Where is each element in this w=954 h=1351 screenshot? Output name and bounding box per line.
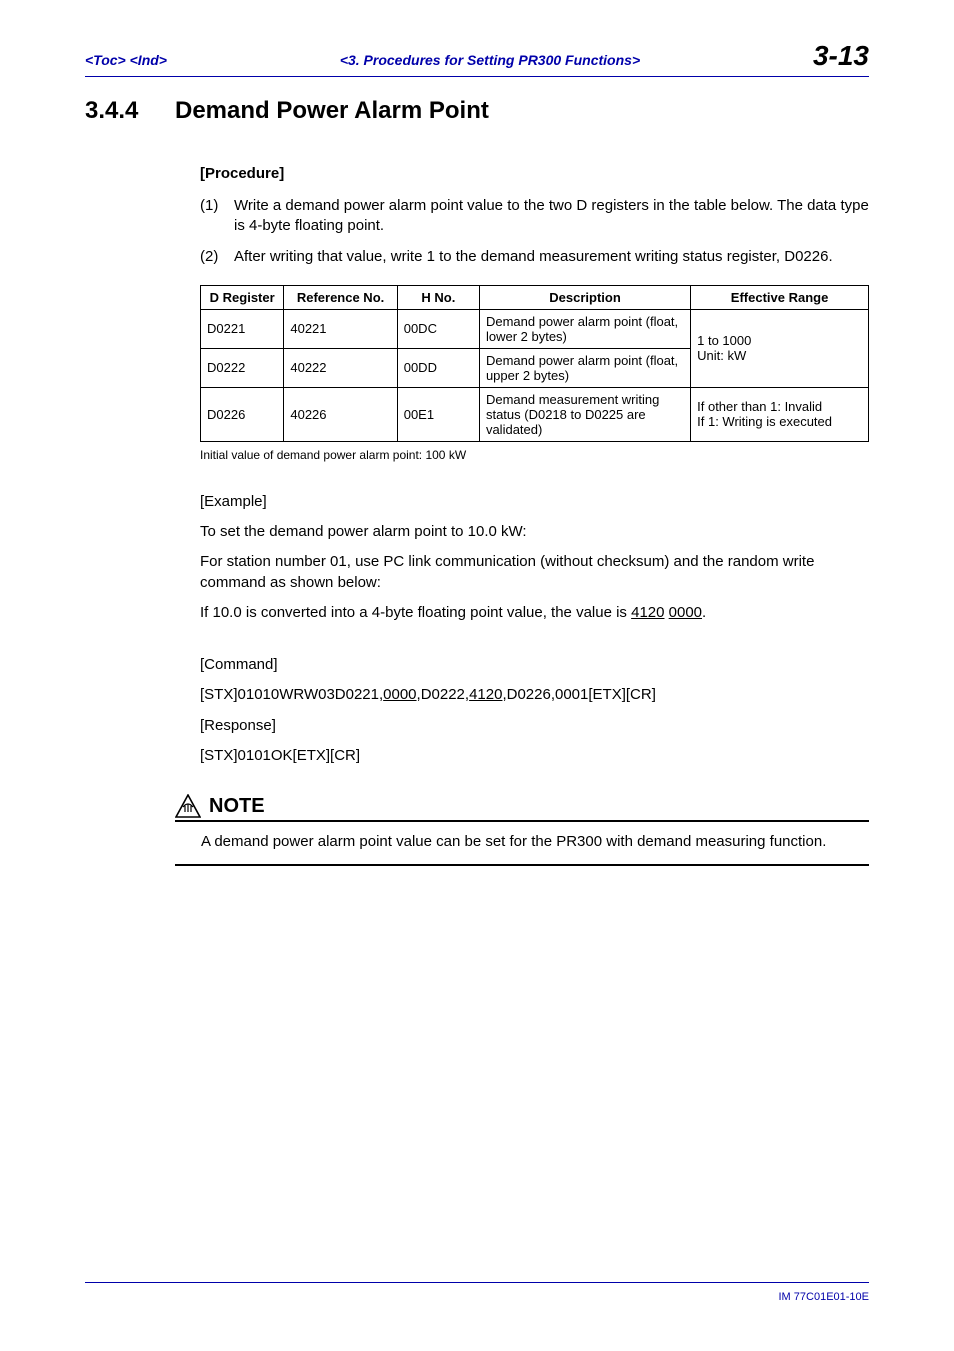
procedure-label: [Procedure] xyxy=(200,165,869,182)
procedure-item: (1) Write a demand power alarm point val… xyxy=(200,196,869,237)
text-fragment: . xyxy=(702,604,706,621)
procedure-item-text: Write a demand power alarm point value t… xyxy=(234,196,869,237)
cell-hno: 00DD xyxy=(397,348,479,387)
procedure-item-text: After writing that value, write 1 to the… xyxy=(234,247,833,267)
cell-dreg: D0226 xyxy=(201,387,284,441)
text-fragment: ,D0226,0001[ETX][CR] xyxy=(502,686,655,703)
procedure-item-number: (1) xyxy=(200,196,234,237)
range-line: 1 to 1000 xyxy=(697,333,751,348)
th-dregister: D Register xyxy=(201,285,284,309)
command-line: [STX]01010WRW03D0221,0000,D0222,4120,D02… xyxy=(200,685,869,705)
cell-ref: 40226 xyxy=(284,387,397,441)
th-range: Effective Range xyxy=(691,285,869,309)
text-fragment: If 10.0 is converted into a 4-byte float… xyxy=(200,604,631,621)
table-row: D0226 40226 00E1 Demand measurement writ… xyxy=(201,387,869,441)
table-row: D0221 40221 00DC Demand power alarm poin… xyxy=(201,309,869,348)
procedure-list: (1) Write a demand power alarm point val… xyxy=(200,196,869,267)
text-fragment: ,D0222, xyxy=(417,686,470,703)
procedure-item-number: (2) xyxy=(200,247,234,267)
cell-desc: Demand measurement writing status (D0218… xyxy=(479,387,690,441)
section-title: Demand Power Alarm Point xyxy=(175,97,489,124)
response-line: [STX]0101OK[ETX][CR] xyxy=(200,746,869,766)
cell-ref: 40221 xyxy=(284,309,397,348)
table-footnote: Initial value of demand power alarm poin… xyxy=(200,448,869,462)
note-body: A demand power alarm point value can be … xyxy=(175,822,869,866)
footer-divider xyxy=(85,1282,869,1283)
warning-icon xyxy=(175,794,201,818)
underlined-value: 0000 xyxy=(669,604,702,621)
cell-range: If other than 1: Invalid If 1: Writing i… xyxy=(691,387,869,441)
cell-dreg: D0221 xyxy=(201,309,284,348)
cell-desc: Demand power alarm point (float, upper 2… xyxy=(479,348,690,387)
th-hno: H No. xyxy=(397,285,479,309)
note-block: NOTE A demand power alarm point value ca… xyxy=(175,794,869,866)
ind-link[interactable]: <Ind> xyxy=(130,52,167,68)
cell-hno: 00E1 xyxy=(397,387,479,441)
example-line: For station number 01, use PC link commu… xyxy=(200,552,869,593)
cell-desc: Demand power alarm point (float, lower 2… xyxy=(479,309,690,348)
example-line: To set the demand power alarm point to 1… xyxy=(200,522,869,542)
response-label: [Response] xyxy=(200,716,869,736)
range-line: Unit: kW xyxy=(697,348,746,363)
document-id: IM 77C01E01-10E xyxy=(85,1291,869,1303)
th-reference: Reference No. xyxy=(284,285,397,309)
text-fragment: [STX]01010WRW03D0221, xyxy=(200,686,383,703)
th-description: Description xyxy=(479,285,690,309)
range-line: If other than 1: Invalid xyxy=(697,399,822,414)
cell-ref: 40222 xyxy=(284,348,397,387)
toc-link[interactable]: <Toc> xyxy=(85,52,126,68)
page-footer: IM 77C01E01-10E xyxy=(85,1282,869,1303)
cell-hno: 00DC xyxy=(397,309,479,348)
note-title: NOTE xyxy=(209,795,265,818)
page-number: 3-13 xyxy=(813,40,869,72)
underlined-value: 4120 xyxy=(631,604,664,621)
procedure-item: (2) After writing that value, write 1 to… xyxy=(200,247,869,267)
range-line: If 1: Writing is executed xyxy=(697,414,832,429)
underlined-value: 4120 xyxy=(469,686,502,703)
chapter-title: <3. Procedures for Setting PR300 Functio… xyxy=(340,52,640,68)
cell-range: 1 to 1000 Unit: kW xyxy=(691,309,869,387)
cell-dreg: D0222 xyxy=(201,348,284,387)
section-heading: 3.4.4Demand Power Alarm Point xyxy=(85,97,869,125)
header-divider xyxy=(85,76,869,77)
underlined-value: 0000 xyxy=(383,686,416,703)
example-label: [Example] xyxy=(200,492,869,512)
register-table: D Register Reference No. H No. Descripti… xyxy=(200,285,869,442)
section-number: 3.4.4 xyxy=(85,97,175,125)
example-line: If 10.0 is converted into a 4-byte float… xyxy=(200,603,869,623)
command-label: [Command] xyxy=(200,655,869,675)
header-nav: <Toc> <Ind> xyxy=(85,52,167,68)
